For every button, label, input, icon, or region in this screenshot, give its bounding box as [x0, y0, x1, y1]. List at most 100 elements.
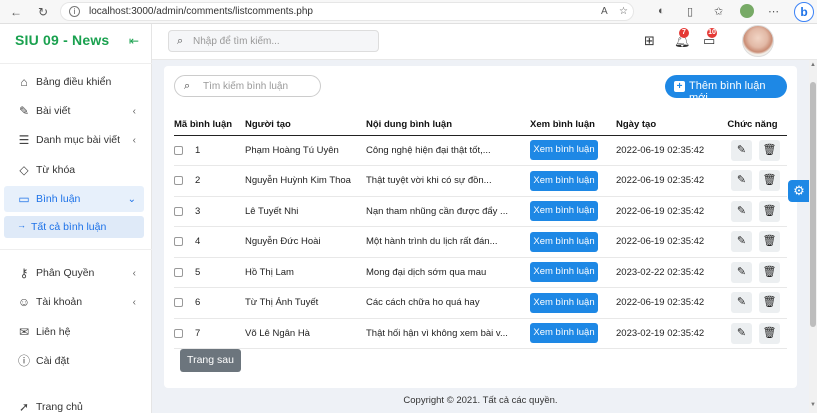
sidebar-item-keywords[interactable]: ◇ Từ khóa — [4, 157, 144, 183]
trash-icon[interactable]: 🗑︎ — [759, 231, 780, 253]
row-checkbox[interactable] — [174, 328, 183, 338]
browser-profile-avatar[interactable] — [740, 4, 754, 18]
edit-icon[interactable]: ✎ — [731, 231, 752, 253]
info-icon[interactable]: i — [69, 6, 80, 17]
divider — [0, 63, 152, 64]
search-placeholder: Tìm kiếm bình luận — [203, 81, 289, 92]
sidebar-item-dashboard[interactable]: ⌂ Bảng điều khiển — [4, 69, 144, 95]
collapse-sidebar-icon[interactable]: ⇤ — [129, 34, 139, 48]
divider — [0, 249, 152, 250]
trash-icon[interactable]: 🗑︎ — [759, 261, 780, 283]
table-row: 1 Phạm Hoàng Tú Uyên Công nghệ hiện đại … — [174, 135, 787, 166]
column-header-author[interactable]: Người tạo — [245, 114, 366, 136]
trash-icon[interactable]: 🗑︎ — [759, 139, 780, 161]
edit-icon[interactable]: ✎ — [731, 322, 752, 344]
table-row: 2 Nguyễn Huỳnh Kim Thoa Thật tuyệt vời k… — [174, 165, 787, 197]
view-comment-button[interactable]: Xem bình luận — [530, 231, 598, 252]
comment-search-input[interactable]: ⌕ Tìm kiếm bình luận — [174, 75, 321, 97]
trash-icon[interactable]: 🗑︎ — [759, 292, 780, 314]
user-avatar[interactable] — [742, 25, 774, 57]
view-comment-button[interactable]: Xem bình luận — [530, 140, 598, 161]
comment-author: Nguyễn Đức Hoài — [245, 226, 366, 258]
sidebar-item-comments[interactable]: ▭ Bình luận ⌄ — [4, 186, 144, 212]
row-checkbox[interactable] — [174, 145, 183, 155]
row-checkbox[interactable] — [174, 237, 183, 247]
top-bar: ⌕ Nhập để tìm kiếm... ⊞ 🔔︎ 7 ▭ 10 — [152, 24, 817, 60]
column-header-id[interactable]: Mã bình luận — [174, 114, 245, 136]
address-bar[interactable]: i localhost:3000/admin/comments/listcomm… — [60, 2, 634, 21]
add-comment-button[interactable]: + Thêm bình luận mới — [665, 75, 787, 104]
trash-icon[interactable]: 🗑︎ — [759, 322, 780, 344]
favorites-icon[interactable]: ✩ — [714, 5, 723, 18]
tag-icon: ◇ — [19, 163, 29, 177]
sidebar-item-posts[interactable]: ✎ Bài viết ‹ — [4, 98, 144, 124]
scrollbar[interactable]: ▲ ▼ — [809, 60, 817, 413]
more-icon[interactable]: ⋯ — [768, 5, 779, 18]
comment-content: Thật hối hận vì không xem bài v... — [366, 318, 530, 349]
edit-icon: ✎ — [18, 104, 30, 118]
comment-icon: ▭ — [18, 192, 30, 206]
bing-icon[interactable]: b — [794, 2, 814, 22]
favorite-icon[interactable]: ☆ — [619, 6, 628, 17]
sidebar-item-categories[interactable]: ☰ Danh mục bài viết ‹ — [4, 127, 144, 153]
row-checkbox[interactable] — [174, 206, 183, 216]
sidebar-item-label: Bình luận — [36, 193, 81, 205]
scrollbar-thumb[interactable] — [810, 82, 816, 327]
reload-icon[interactable]: ↻ — [38, 5, 48, 19]
read-aloud-icon[interactable]: A — [601, 6, 608, 17]
view-comment-button[interactable]: Xem bình luận — [530, 201, 598, 222]
comment-date: 2023-02-22 02:35:42 — [616, 257, 718, 288]
sidebar-subitem-all-comments[interactable]: → Tất cả bình luận — [4, 216, 144, 238]
sidebar-item-label: Bảng điều khiển — [36, 76, 112, 88]
main-content: ⌕ Tìm kiếm bình luận + Thêm bình luận mớ… — [152, 60, 809, 413]
column-header-content[interactable]: Nội dung bình luận — [366, 114, 530, 136]
sidebar-item-accounts[interactable]: ☺ Tài khoản ‹ — [4, 289, 144, 315]
extension-icon[interactable]: ◐ — [658, 5, 665, 17]
gear-icon[interactable]: ⚙ — [788, 180, 810, 202]
edit-icon[interactable]: ✎ — [731, 200, 752, 222]
column-header-date[interactable]: Ngày tạo — [616, 114, 718, 136]
edit-icon[interactable]: ✎ — [731, 292, 752, 314]
sidebar-item-contact[interactable]: ✉ Liên hệ — [4, 319, 144, 345]
next-page-button[interactable]: Trang sau — [180, 349, 241, 372]
search-icon: ⌕ — [177, 35, 184, 47]
column-header-view[interactable]: Xem bình luận — [530, 114, 616, 136]
comment-content: Một hành trình du lịch rất đán... — [366, 226, 530, 258]
trash-icon[interactable]: 🗑︎ — [759, 170, 780, 192]
view-comment-button[interactable]: Xem bình luận — [530, 170, 598, 191]
edit-icon[interactable]: ✎ — [731, 261, 752, 283]
comment-date: 2023-02-19 02:35:42 — [616, 318, 718, 349]
view-comment-button[interactable]: Xem bình luận — [530, 292, 598, 313]
search-icon: ⌕ — [184, 80, 191, 92]
comment-content: Nạn tham nhũng cần được đẩy ... — [366, 196, 530, 227]
message-badge: 10 — [707, 28, 717, 38]
comment-id: 3 — [195, 205, 201, 217]
row-checkbox[interactable] — [174, 267, 183, 277]
trash-icon[interactable]: 🗑︎ — [759, 200, 780, 222]
back-icon[interactable]: ← — [10, 5, 22, 19]
chevron-left-icon: ‹ — [132, 134, 136, 146]
scroll-up-icon[interactable]: ▲ — [810, 62, 816, 68]
scroll-down-icon[interactable]: ▼ — [810, 402, 816, 408]
brand-title[interactable]: SIU 09 - News — [15, 32, 109, 48]
comment-id: 2 — [195, 175, 201, 187]
sidebar-item-homepage[interactable]: ➚ Trang chủ — [4, 394, 144, 420]
url-text[interactable]: localhost:3000/admin/comments/listcommen… — [89, 6, 313, 17]
global-search-input[interactable]: ⌕ Nhập để tìm kiếm... — [168, 30, 379, 52]
edit-icon[interactable]: ✎ — [731, 170, 752, 192]
chevron-left-icon: ‹ — [132, 105, 136, 117]
row-checkbox[interactable] — [174, 298, 183, 308]
plus-icon: + — [674, 81, 685, 92]
view-comment-button[interactable]: Xem bình luận — [530, 262, 598, 283]
edit-icon[interactable]: ✎ — [731, 139, 752, 161]
view-comment-button[interactable]: Xem bình luận — [530, 323, 598, 344]
comment-author: Nguyễn Huỳnh Kim Thoa — [245, 165, 366, 197]
split-screen-icon[interactable]: ▯ — [687, 5, 693, 18]
row-checkbox[interactable] — [174, 176, 183, 186]
apps-grid-icon[interactable]: ⊞ — [644, 33, 655, 49]
comment-id: 7 — [195, 327, 201, 339]
comment-date: 2022-06-19 02:35:42 — [616, 226, 718, 258]
sidebar-item-settings[interactable]: ⓘ Cài đặt — [4, 348, 144, 374]
sidebar-item-permissions[interactable]: ⚷ Phân Quyền ‹ — [4, 260, 144, 286]
chevron-left-icon: ‹ — [132, 296, 136, 308]
